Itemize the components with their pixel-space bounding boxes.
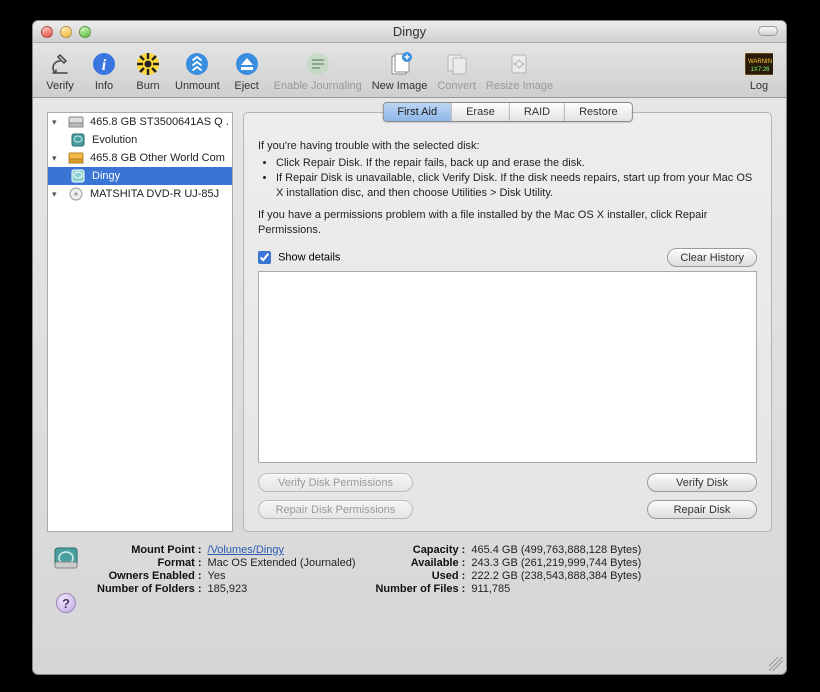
log-output[interactable] (258, 271, 757, 463)
instruction-bullet: Click Repair Disk. If the repair fails, … (276, 156, 757, 171)
sidebar-item[interactable]: ▾ MATSHITA DVD-R UJ-85J (48, 185, 232, 203)
convert-tool: Convert (433, 46, 480, 94)
sidebar-item[interactable]: Dingy (48, 167, 232, 185)
info-tool[interactable]: i Info (83, 46, 125, 94)
toolbar: Verify i Info Burn Unmount Eject (33, 43, 786, 98)
repair-disk-button[interactable]: Repair Disk (647, 500, 757, 519)
svg-text:i: i (102, 57, 107, 74)
show-details-input[interactable] (258, 251, 271, 264)
window-title: Dingy (33, 24, 786, 39)
sidebar-item-label: Dingy (92, 170, 120, 182)
sidebar-item[interactable]: ▾ 465.8 GB ST3500641AS Q . (48, 113, 232, 131)
new-image-tool[interactable]: New Image (368, 46, 432, 94)
disk-info-footer: ? Mount Point : /Volumes/Dingy Format : … (47, 544, 772, 619)
first-aid-panel: First AidEraseRAIDRestore If you're havi… (243, 112, 772, 532)
tab-restore[interactable]: Restore (565, 103, 632, 121)
show-details-checkbox[interactable]: Show details (258, 251, 340, 264)
verify-disk-button[interactable]: Verify Disk (647, 473, 757, 492)
disclosure-triangle-icon[interactable]: ▾ (52, 190, 62, 199)
sidebar-item-label: MATSHITA DVD-R UJ-85J (90, 188, 219, 200)
ext-hdd-icon (68, 151, 84, 165)
info-icon: i (90, 50, 118, 78)
verify-disk-permissions-button: Verify Disk Permissions (258, 473, 413, 492)
tab-bar: First AidEraseRAIDRestore (382, 102, 632, 122)
unmount-icon (183, 50, 211, 78)
log-icon: WARNIN 1X7:26 (745, 50, 773, 78)
disclosure-triangle-icon[interactable]: ▾ (52, 154, 62, 163)
burn-tool[interactable]: Burn (127, 46, 169, 94)
sidebar-item-label: 465.8 GB Other World Com (90, 152, 225, 164)
zoom-window-button[interactable] (79, 26, 91, 38)
ext-vol-icon (70, 169, 86, 183)
toolbar-toggle-button[interactable] (758, 26, 778, 36)
clear-history-button[interactable]: Clear History (667, 248, 757, 267)
ext-vol-icon (70, 133, 86, 147)
mount-point-link[interactable]: /Volumes/Dingy (208, 544, 356, 556)
sidebar-item-label: 465.8 GB ST3500641AS Q . (90, 116, 229, 128)
hdd-icon (68, 115, 84, 129)
log-tool[interactable]: WARNIN1X7:26 Log (738, 46, 780, 94)
new-image-icon (386, 50, 414, 78)
sidebar-item-label: Evolution (92, 134, 137, 146)
eject-icon (233, 50, 261, 78)
sidebar-item[interactable]: Evolution (48, 131, 232, 149)
journal-icon (304, 50, 332, 78)
resize-handle[interactable] (769, 657, 783, 671)
tab-first-aid[interactable]: First Aid (383, 103, 452, 121)
instructions-text: If you're having trouble with the select… (258, 139, 757, 238)
eject-tool[interactable]: Eject (226, 46, 268, 94)
disk-utility-window: Dingy Verify i Info Burn Unmount (32, 20, 787, 675)
instruction-bullet: If Repair Disk is unavailable, click Ver… (276, 171, 757, 201)
unmount-tool[interactable]: Unmount (171, 46, 224, 94)
minimize-window-button[interactable] (60, 26, 72, 38)
resize-image-tool: Resize Image (482, 46, 557, 94)
optical-icon (68, 187, 84, 201)
burn-icon (134, 50, 162, 78)
resize-image-icon (506, 50, 534, 78)
close-window-button[interactable] (41, 26, 53, 38)
svg-text:WARNIN: WARNIN (748, 59, 772, 65)
verify-tool[interactable]: Verify (39, 46, 81, 94)
disk-list[interactable]: ▾ 465.8 GB ST3500641AS Q . Evolution ▾ 465.8… (47, 112, 233, 532)
tab-raid[interactable]: RAID (510, 103, 565, 121)
svg-text:1X7:26: 1X7:26 (750, 67, 770, 73)
enable-journaling-tool: Enable Journaling (270, 46, 366, 94)
titlebar[interactable]: Dingy (33, 21, 786, 43)
volume-icon (52, 544, 80, 575)
repair-disk-permissions-button: Repair Disk Permissions (258, 500, 413, 519)
sidebar-item[interactable]: ▾ 465.8 GB Other World Com (48, 149, 232, 167)
disclosure-triangle-icon[interactable]: ▾ (52, 118, 62, 127)
convert-icon (443, 50, 471, 78)
tab-erase[interactable]: Erase (452, 103, 510, 121)
microscope-icon (46, 50, 74, 78)
help-button[interactable]: ? (56, 593, 76, 613)
